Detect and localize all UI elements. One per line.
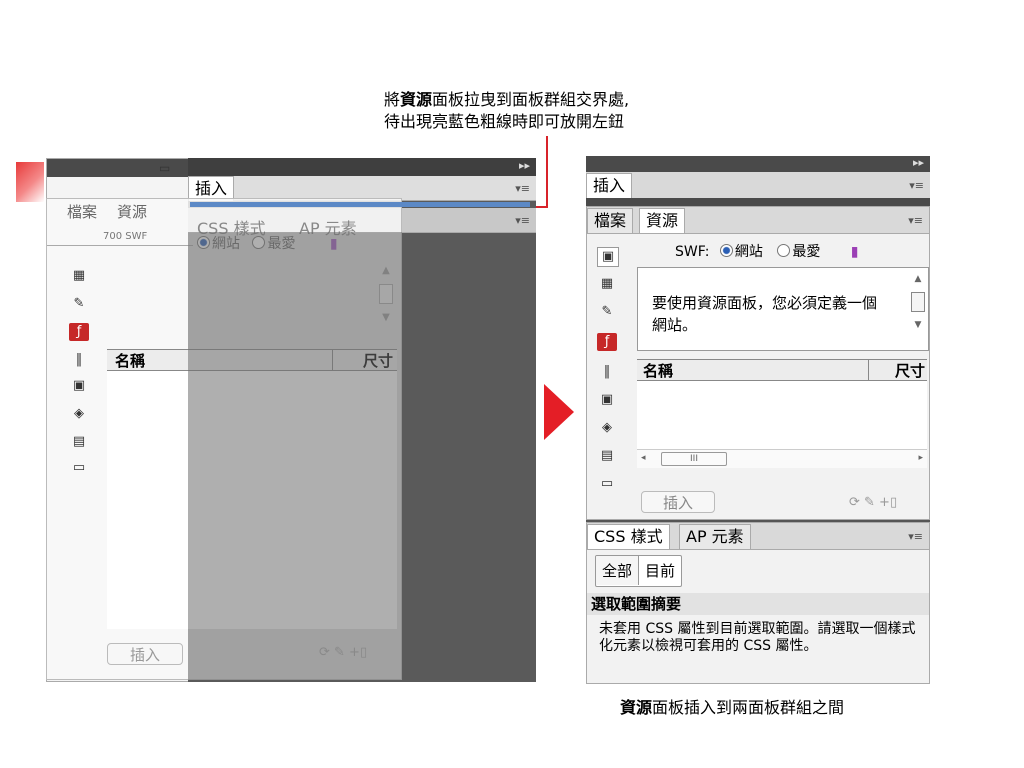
panel-menu-icon[interactable]: ▾≡: [515, 214, 530, 227]
callout-line: [546, 136, 548, 208]
radio-site-label: 網站: [734, 244, 763, 260]
colors-icon[interactable]: ✎: [69, 295, 89, 313]
flash-icon[interactable]: ƒ: [69, 323, 89, 341]
urls-icon[interactable]: ✎: [597, 303, 617, 321]
shockwave-icon[interactable]: ‖: [69, 351, 89, 369]
collapse-icon[interactable]: ▸▸: [519, 159, 530, 172]
caption-line2: 待出現亮藍色粗線時即可放開左鈕: [384, 112, 625, 131]
swf-row: SWF: 網站 最愛 ▮: [675, 241, 859, 261]
ruler: 700 SWF: [47, 231, 193, 246]
right-screenshot: ▸▸ 插入 ▾≡ 檔案 資源 ▾≡ SWF: 網站 最愛 ▮ ▣ ▦ ✎ ƒ ‖…: [586, 156, 930, 684]
swf-label: SWF:: [675, 244, 710, 260]
column-name[interactable]: 名稱: [115, 352, 145, 370]
restore-icon[interactable]: ▭: [159, 161, 170, 175]
tab-assets[interactable]: 資源: [639, 208, 686, 233]
message-text: 要使用資源面板，您必須定義一個網站。: [652, 294, 878, 334]
tab-files[interactable]: 檔案: [587, 208, 634, 233]
library-icon[interactable]: ▭: [69, 459, 89, 477]
tab-ap-elements[interactable]: AP 元素: [679, 524, 751, 549]
panel-menu-icon[interactable]: ▾≡: [908, 530, 923, 543]
tab-files[interactable]: 檔案: [67, 201, 97, 222]
assets-panel: 檔案 資源 ▾≡ SWF: 網站 最愛 ▮ ▣ ▦ ✎ ƒ ‖ ▣ ◈ ▤ ▭ …: [586, 206, 930, 520]
summary-title: 選取範圍摘要: [591, 595, 682, 613]
images-icon[interactable]: ▣: [597, 247, 619, 267]
radio-fav-label: 最愛: [792, 244, 821, 260]
insert-tabbar: 插入 ▾≡: [586, 172, 930, 199]
scripts-icon[interactable]: ◈: [69, 405, 89, 423]
flash-icon[interactable]: ƒ: [597, 333, 617, 351]
all-mode-button[interactable]: 全部: [596, 556, 640, 585]
asset-list: [637, 381, 927, 449]
arrow-icon: [544, 384, 574, 440]
summary-text: 未套用 CSS 屬性到目前選取範圍。請選取一個樣式化元素以檢視可套用的 CSS …: [599, 621, 916, 654]
caption-text: 面板拉曳到面板群組交界處,: [432, 90, 630, 109]
templates-icon[interactable]: ▤: [597, 447, 617, 465]
insert-button[interactable]: 插入: [641, 491, 715, 513]
red-corner-decoration: [16, 162, 44, 202]
caption-bold: 資源: [620, 698, 653, 717]
bottom-caption: 資源面板插入到兩面板群組之間: [620, 694, 844, 718]
assets-tabbar: 檔案 資源 ▾≡: [587, 207, 929, 234]
summary-header: 選取範圍摘要: [587, 593, 929, 615]
vertical-scrollbar[interactable]: ▲ ▼: [910, 274, 926, 344]
movies-icon[interactable]: ▣: [597, 391, 617, 409]
refresh-edit-add-icons[interactable]: ⟳ ✎ +▯: [849, 495, 897, 510]
css-styles-panel: CSS 樣式 AP 元素 ▾≡ 全部 目前 選取範圍摘要 未套用 CSS 屬性到目…: [586, 522, 930, 684]
css-tabbar: CSS 樣式 AP 元素 ▾≡: [587, 523, 929, 550]
ruler-label: 700: [103, 231, 123, 242]
scroll-right-icon[interactable]: ▸: [918, 453, 923, 463]
radio-favorites[interactable]: [777, 244, 791, 257]
tab-css-styles[interactable]: CSS 樣式: [587, 524, 670, 549]
images-icon[interactable]: ▦: [69, 267, 89, 285]
horizontal-scrollbar[interactable]: ◂ III ▸: [637, 449, 927, 468]
panel-menu-icon[interactable]: ▾≡: [909, 179, 924, 192]
panel-menu-icon[interactable]: ▾≡: [515, 182, 530, 195]
scripts-icon[interactable]: ◈: [597, 419, 617, 437]
scroll-thumb[interactable]: III: [661, 452, 727, 466]
panel-header: ▸▸: [188, 158, 536, 176]
insert-button[interactable]: 插入: [107, 643, 183, 665]
caption-text: 面板插入到兩面板群組之間: [652, 698, 845, 717]
collapse-icon[interactable]: ▸▸: [913, 156, 924, 169]
tab-insert[interactable]: 插入: [586, 173, 633, 198]
drop-indicator-line: [190, 202, 530, 207]
left-screenshot: ▭ ▸▸ 插入 ▾≡ ▾≡ 檔案 資源 CSS 樣式 AP 元素 700 SWF…: [46, 158, 536, 682]
top-caption: 將資源面板拉曳到面板群組交界處, 待出現亮藍色粗線時即可放開左鈕: [384, 89, 629, 133]
scroll-left-icon[interactable]: ◂: [641, 453, 646, 463]
drop-shadow-overlay: [188, 232, 402, 680]
mode-toggle: 全部 目前: [595, 555, 683, 587]
movies-icon[interactable]: ▣: [69, 377, 89, 395]
panel-header: ▸▸: [586, 156, 930, 172]
current-mode-button[interactable]: 目前: [639, 556, 681, 585]
caption-bold: 資源: [400, 90, 433, 109]
column-name[interactable]: 名稱: [643, 362, 673, 380]
list-header: 名稱 尺寸: [637, 359, 927, 381]
column-size[interactable]: 尺寸: [867, 360, 925, 381]
swf-label: SWF: [125, 231, 148, 242]
caption-text: 將: [384, 90, 401, 109]
templates-icon[interactable]: ▤: [69, 433, 89, 451]
bookmark-icon[interactable]: ▮: [851, 244, 859, 260]
tab-assets[interactable]: 資源: [117, 201, 147, 222]
shockwave-icon[interactable]: ‖: [597, 363, 617, 381]
message-box: 要使用資源面板，您必須定義一個網站。 ▲ ▼: [637, 267, 929, 351]
panel-menu-icon[interactable]: ▾≡: [908, 214, 923, 227]
colors-grid-icon[interactable]: ▦: [597, 275, 617, 293]
library-icon[interactable]: ▭: [597, 475, 617, 493]
panel-gap: [586, 198, 930, 206]
radio-site[interactable]: [719, 244, 733, 257]
